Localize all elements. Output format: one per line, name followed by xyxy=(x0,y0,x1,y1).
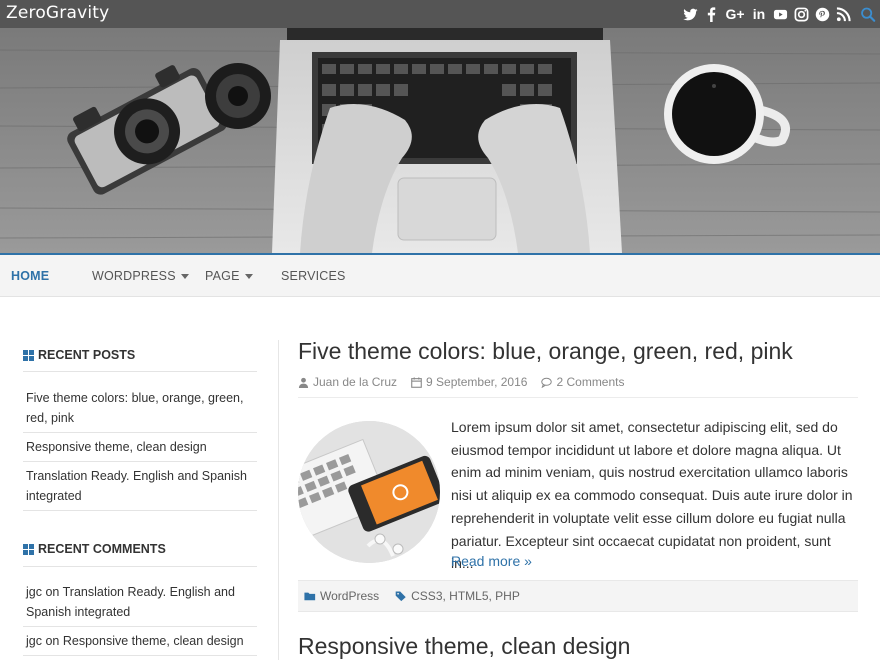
comment-icon xyxy=(541,377,553,388)
comment-author[interactable]: jgc xyxy=(26,634,42,648)
post-date: 9 September, 2016 xyxy=(426,375,528,389)
chevron-down-icon xyxy=(244,274,253,280)
post-footer: WordPress CSS3, HTML5, PHP xyxy=(298,580,858,612)
post-comments-link[interactable]: 2 Comments xyxy=(556,375,624,389)
recent-post-link[interactable]: Five theme colors: blue, orange, green, … xyxy=(26,388,256,428)
divider xyxy=(23,510,257,511)
divider xyxy=(298,397,858,398)
nav-wordpress[interactable]: WORDPRESS xyxy=(92,269,189,283)
comment-on: on xyxy=(45,585,60,599)
divider xyxy=(23,566,257,567)
post-tags[interactable]: CSS3, HTML5, PHP xyxy=(411,589,520,603)
post-excerpt: Lorem ipsum dolor sit amet, consectetur … xyxy=(451,419,853,572)
nav-page[interactable]: PAGE xyxy=(205,269,253,283)
recent-comments-title: RECENT COMMENTS xyxy=(23,542,166,556)
google-plus-icon[interactable]: G+ xyxy=(724,5,746,23)
user-icon xyxy=(298,377,309,388)
comment-post-link[interactable]: Responsive theme, clean design xyxy=(63,634,244,648)
nav-home[interactable]: HOME xyxy=(11,269,49,283)
post-author[interactable]: Juan de la Cruz xyxy=(313,375,397,389)
recent-comments-heading: RECENT COMMENTS xyxy=(38,542,166,556)
grid-icon xyxy=(23,349,34,361)
divider xyxy=(23,655,257,656)
comment-on: on xyxy=(45,634,60,648)
nav-page-label: PAGE xyxy=(205,269,240,283)
divider xyxy=(23,432,257,433)
youtube-icon[interactable] xyxy=(772,5,788,23)
linkedin-icon[interactable]: in xyxy=(751,5,767,23)
post-meta: Juan de la Cruz 9 September, 2016 2 Comm… xyxy=(298,375,625,389)
tags-icon xyxy=(395,591,406,602)
social-links: G+ in xyxy=(682,4,876,24)
recent-comment: jgc on Responsive theme, clean design xyxy=(26,631,256,651)
recent-post-link[interactable]: Translation Ready. English and Spanish i… xyxy=(26,466,256,506)
recent-posts-heading: RECENT POSTS xyxy=(38,348,136,362)
post-thumbnail[interactable] xyxy=(298,421,440,563)
main-nav: HOME WORDPRESS PAGE SERVICES xyxy=(0,255,880,297)
post-title[interactable]: Five theme colors: blue, orange, green, … xyxy=(298,338,793,365)
nav-services[interactable]: SERVICES xyxy=(281,269,346,283)
twitter-icon[interactable] xyxy=(682,5,698,23)
calendar-icon xyxy=(411,376,422,388)
read-more-link[interactable]: Read more » xyxy=(451,553,532,569)
instagram-icon[interactable] xyxy=(793,5,809,23)
facebook-icon[interactable] xyxy=(703,5,719,23)
header-image xyxy=(0,28,880,253)
post-category-link[interactable]: WordPress xyxy=(320,589,379,603)
column-divider xyxy=(278,340,279,660)
top-bar: ZeroGravity G+ in xyxy=(0,0,880,28)
recent-post-link[interactable]: Responsive theme, clean design xyxy=(26,437,256,457)
folder-icon xyxy=(304,592,316,601)
grid-icon xyxy=(23,543,34,555)
divider xyxy=(23,626,257,627)
divider xyxy=(23,461,257,462)
nav-wordpress-label: WORDPRESS xyxy=(92,269,176,283)
recent-posts-title: RECENT POSTS xyxy=(23,348,135,362)
next-post-title[interactable]: Responsive theme, clean design xyxy=(298,633,630,660)
search-icon[interactable] xyxy=(860,5,876,23)
recent-comment: jgc on Translation Ready. English and Sp… xyxy=(26,582,256,622)
comment-author[interactable]: jgc xyxy=(26,585,42,599)
rss-icon[interactable] xyxy=(835,5,851,23)
divider xyxy=(23,371,257,372)
chevron-down-icon xyxy=(180,274,189,280)
site-title[interactable]: ZeroGravity xyxy=(6,3,109,23)
pinterest-icon[interactable] xyxy=(814,5,830,23)
